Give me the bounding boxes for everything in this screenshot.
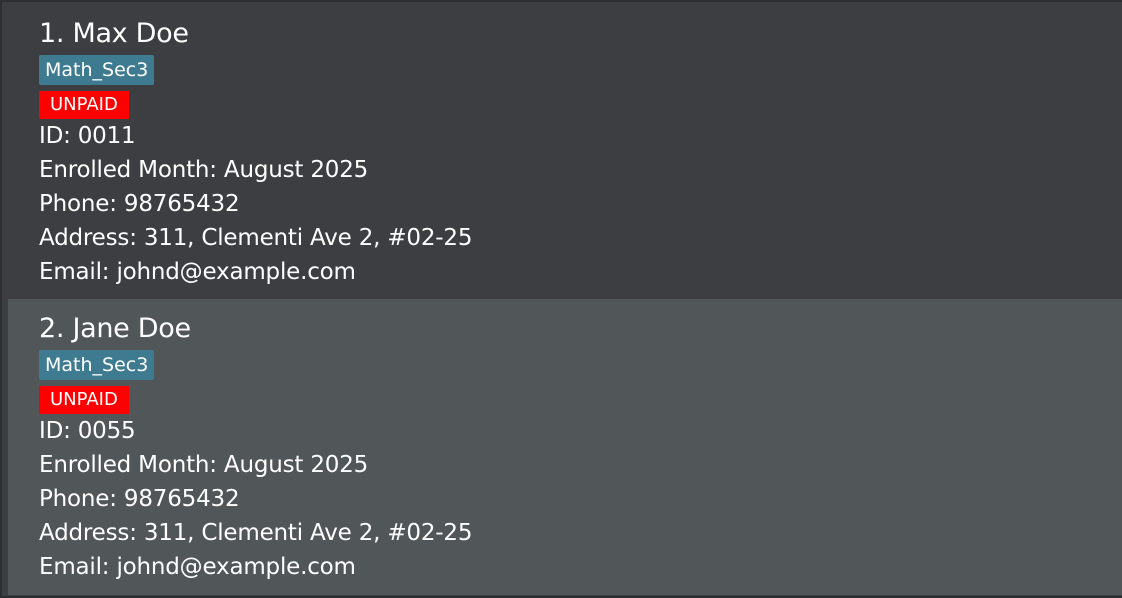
person-card[interactable]: 2. Jane Doe Math_Sec3 UNPAID ID: 0055 En… — [8, 299, 1122, 595]
person-list[interactable]: 1. Max Doe Math_Sec3 UNPAID ID: 0011 Enr… — [8, 4, 1122, 595]
person-name: 1. Max Doe — [39, 18, 189, 49]
enrolled-month: Enrolled Month: August 2025 — [39, 452, 369, 478]
class-tag: Math_Sec3 — [39, 350, 155, 380]
person-id: ID: 0055 — [39, 418, 136, 444]
email: Email: johnd@example.com — [39, 554, 356, 580]
phone: Phone: 98765432 — [39, 191, 240, 217]
class-tag: Math_Sec3 — [39, 55, 155, 85]
enrolled-month: Enrolled Month: August 2025 — [39, 157, 369, 183]
person-list-panel: 1. Max Doe Math_Sec3 UNPAID ID: 0011 Enr… — [0, 0, 1122, 598]
address: Address: 311, Clementi Ave 2, #02-25 — [39, 520, 473, 546]
person-id: ID: 0011 — [39, 123, 136, 149]
email: Email: johnd@example.com — [39, 259, 356, 285]
person-name: 2. Jane Doe — [39, 313, 191, 344]
payment-status-badge: UNPAID — [39, 91, 129, 119]
phone: Phone: 98765432 — [39, 486, 240, 512]
address: Address: 311, Clementi Ave 2, #02-25 — [39, 225, 473, 251]
person-card[interactable]: 1. Max Doe Math_Sec3 UNPAID ID: 0011 Enr… — [8, 4, 1122, 299]
payment-status-badge: UNPAID — [39, 386, 129, 414]
